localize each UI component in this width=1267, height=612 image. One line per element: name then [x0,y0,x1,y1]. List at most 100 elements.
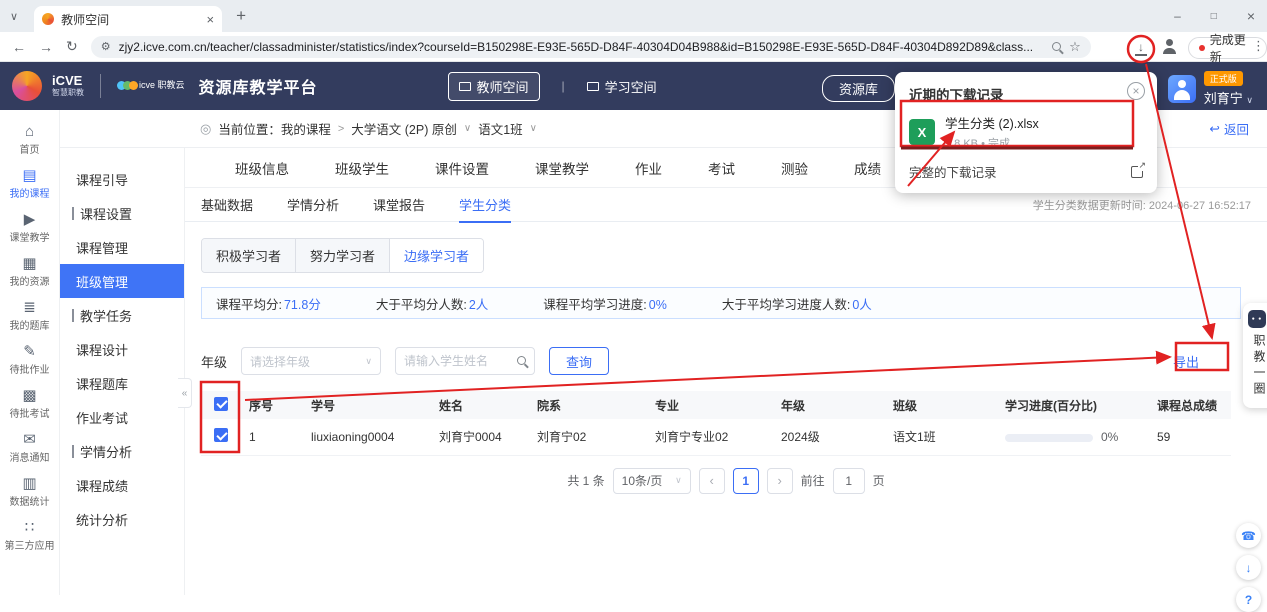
grade-select[interactable]: 请选择年级 ∨ [241,347,381,375]
back-icon[interactable]: ← [12,39,26,55]
row-checkbox[interactable] [214,428,228,442]
search-button[interactable]: 查询 [549,347,609,375]
sidebar-item-resources[interactable]: ▦我的资源 [0,250,59,294]
page-size-select[interactable]: 10条/页 ∨ [613,468,691,494]
window-maximize-button[interactable]: □ [1211,11,1217,22]
nav-teacher-space[interactable]: 教师空间 [448,72,540,101]
tab-quiz[interactable]: 测验 [781,158,808,178]
breadcrumb-course[interactable]: 大学语文 (2P) 原创 [351,119,457,138]
menu-item-class-management[interactable]: 班级管理 [60,264,184,298]
tab-class-students[interactable]: 班级学生 [335,158,389,178]
chevron-down-icon[interactable]: ∨ [464,123,471,134]
tab-courseware-settings[interactable]: 课件设置 [435,158,489,178]
category-active-learners[interactable]: 积极学习者 [202,239,296,272]
student-name-input[interactable] [395,347,535,375]
menu-item-course-grades[interactable]: 课程成绩 [60,468,184,502]
tab-homework[interactable]: 作业 [635,158,662,178]
nav-student-space[interactable]: 学习空间 [587,77,657,96]
external-link-icon[interactable] [1131,166,1143,178]
menu-item-homework-exam[interactable]: 作业考试 [60,400,184,434]
download-file-name[interactable]: 学生分类 (2).xlsx [945,113,1039,132]
bookmark-star-icon[interactable]: ☆ [1069,39,1081,55]
user-group[interactable]: 正式版 刘育宁 ∨ [1168,71,1253,107]
tab-class-info[interactable]: 班级信息 [235,158,289,178]
tab-close-icon[interactable]: × [206,12,214,27]
popup-close-icon[interactable]: × [1127,82,1145,100]
help-icon[interactable]: ? [1236,587,1261,612]
zoom-icon[interactable] [1052,42,1061,51]
cloud-logo-icon [117,81,135,90]
menu-item-course-guide[interactable]: 课程引导 [60,162,184,196]
downloads-button[interactable]: ↓ [1128,35,1154,61]
forward-icon[interactable]: → [39,39,53,55]
export-button[interactable]: 导出 [1173,352,1199,371]
tab-classroom-teaching[interactable]: 课堂教学 [535,158,589,178]
category-hardworking-learners[interactable]: 努力学习者 [296,239,390,272]
subtab-student-classification[interactable]: 学生分类 [459,188,511,222]
new-tab-button[interactable]: + [236,6,246,26]
page-size-value: 10条/页 [622,472,663,489]
browser-menu-icon[interactable]: ⋮ [1252,38,1265,54]
user-name[interactable]: 刘育宁 ∨ [1204,88,1253,107]
sidebar-item-classroom[interactable]: ▶课堂教学 [0,206,59,250]
apps-icon: ∷ [25,520,35,535]
nav-student-label: 学习空间 [605,77,657,96]
header-divider [100,74,101,98]
download-file-item[interactable]: X 学生分类 (2).xlsx 3.8 KB • 完成 [909,114,1143,150]
sidebar-item-question-bank[interactable]: ≣我的题库 [0,294,59,338]
reload-icon[interactable]: ↻ [66,38,78,55]
category-marginal-learners[interactable]: 边缘学习者 [390,239,483,272]
window-minimize-button[interactable]: – [1174,9,1181,23]
tab-grades[interactable]: 成绩 [854,158,881,178]
tab-exam[interactable]: 考试 [708,158,735,178]
subtab-learning-analysis[interactable]: 学情分析 [287,188,339,222]
sidebar-item-home[interactable]: ⌂首页 [0,118,59,162]
profile-icon[interactable] [1160,39,1178,57]
stat-average-progress: 课程平均学习进度:0% [543,294,667,313]
address-bar[interactable]: ⚙ zjy2.icve.com.cn/teacher/classadminist… [91,36,1091,58]
menu-collapse-handle[interactable]: « [178,378,192,408]
tune-icon[interactable]: ⚙ [101,40,111,53]
download-float-icon[interactable]: ↓ [1236,555,1261,580]
cell-department: 刘育宁02 [529,419,647,455]
sidebar-item-statistics[interactable]: ▥数据统计 [0,470,59,514]
return-icon: ↩ [1210,121,1220,136]
chevron-down-icon[interactable]: ∨ [530,123,537,134]
back-link[interactable]: ↩ 返回 [1210,119,1250,138]
sidebar-item-messages[interactable]: ✉消息通知 [0,426,59,470]
community-widget[interactable]: ● ● 职教一圈 [1243,303,1267,408]
sidebar-item-exams[interactable]: ▩待批考试 [0,382,59,426]
resource-library-button[interactable]: 资源库 [822,75,895,102]
next-page-button[interactable]: › [767,468,793,494]
browser-tab[interactable]: 教师空间 × [34,6,222,32]
url-text[interactable]: zjy2.icve.com.cn/teacher/classadminister… [119,40,1044,54]
sidebar-item-homework[interactable]: ✎待批作业 [0,338,59,382]
customer-service-icon[interactable]: ☎ [1236,523,1261,548]
current-page-button[interactable]: 1 [733,468,759,494]
learner-category-tabs: 积极学习者 努力学习者 边缘学习者 [201,238,484,273]
menu-section-learning-analysis: 学情分析 [60,434,184,468]
sidebar-item-my-courses[interactable]: ▤我的课程 [0,162,59,206]
update-time: 学生分类数据更新时间: 2024-06-27 16:52:17 [1033,197,1251,213]
menu-item-course-management[interactable]: 课程管理 [60,230,184,264]
goto-page-input[interactable] [833,468,865,494]
prev-page-button[interactable]: ‹ [699,468,725,494]
tab-search-icon[interactable]: ∨ [10,10,18,23]
select-all-checkbox[interactable] [214,397,228,411]
breadcrumb-class[interactable]: 语文1班 [478,119,522,138]
sidebar-label: 我的资源 [10,273,50,288]
subtab-basic-data[interactable]: 基础数据 [201,188,253,222]
goto-prefix: 前往 [801,472,825,489]
subtab-classroom-report[interactable]: 课堂报告 [373,188,425,222]
update-dot-icon [1199,45,1205,51]
full-download-history-link[interactable]: 完整的下载记录 [909,162,997,181]
sidebar-label: 我的课程 [10,185,50,200]
stat-above-average-count: 大于平均分人数:2人 [376,294,488,313]
user-avatar[interactable] [1168,75,1196,103]
window-close-button[interactable]: × [1247,8,1255,24]
menu-item-course-design[interactable]: 课程设计 [60,332,184,366]
breadcrumb-prefix: 当前位置：我的课程 [218,119,331,138]
menu-item-course-question-bank[interactable]: 课程题库 [60,366,184,400]
menu-item-statistical-analysis[interactable]: 统计分析 [60,502,184,536]
sidebar-item-third-party[interactable]: ∷第三方应用 [0,514,59,558]
